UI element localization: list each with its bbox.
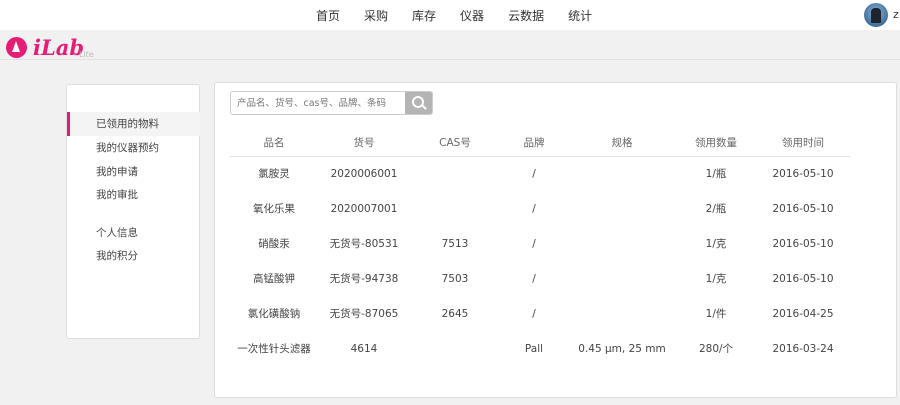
top-bar: 首页 采购 库存 仪器 云数据 统计 z	[0, 0, 900, 30]
cell-brand: /	[532, 272, 536, 285]
cell-quantity: 1/瓶	[705, 168, 727, 181]
search-box	[230, 91, 433, 115]
sidebar: 已领用的物料 我的仪器预约 我的申请 我的审批 个人信息 我的积分	[66, 84, 200, 339]
sidebar-item-instrument-booking[interactable]: 我的仪器预约	[67, 136, 200, 160]
cell-item-number: 2020006001	[330, 167, 398, 180]
cell-product-name: 氯胺灵	[258, 168, 290, 181]
table-row[interactable]: 氯化磺酸钠 无货号-87065 2645 / 1/件 2016-04-25	[230, 296, 850, 331]
cell-product-name: 一次性针头滤器	[237, 343, 311, 355]
cell-spec	[568, 261, 676, 296]
cell-brand: /	[532, 167, 536, 180]
cell-brand: /	[532, 307, 536, 320]
cell-cas: 2645	[441, 307, 469, 320]
cell-product-name: 氯化磺酸钠	[247, 308, 301, 320]
search-icon[interactable]	[405, 92, 432, 114]
logo-text[interactable]: iLab	[33, 35, 84, 60]
nav-home[interactable]: 首页	[316, 7, 340, 24]
sidebar-item-personal-info[interactable]: 个人信息	[67, 221, 200, 245]
nav-statistics[interactable]: 统计	[568, 7, 592, 24]
table-header-row: 品名 货号 CAS号 品牌 规格 领用数量 领用时间	[230, 129, 850, 157]
cell-spec	[568, 191, 676, 226]
cell-quantity: 1/件	[705, 308, 727, 320]
cell-quantity: 2/瓶	[705, 203, 727, 215]
cell-brand: Pall	[524, 342, 544, 355]
cell-product-name: 高锰酸钾	[253, 273, 295, 285]
cell-date: 2016-05-10	[772, 202, 834, 215]
cell-date: 2016-04-25	[772, 307, 834, 320]
username[interactable]: z	[893, 8, 899, 21]
cell-spec	[568, 226, 676, 261]
main-panel: 品名 货号 CAS号 品牌 规格 领用数量 领用时间 氯胺灵 202000600…	[214, 82, 897, 398]
header-spec: 规格	[568, 129, 676, 157]
sidebar-item-my-points[interactable]: 我的积分	[67, 244, 200, 268]
cell-product-name: 氧化乐果	[253, 203, 295, 215]
cell-item-number: 无货号-87065	[329, 308, 399, 320]
cell-spec	[568, 156, 676, 191]
cell-date: 2016-03-24	[772, 342, 834, 355]
header-item-number: 货号	[318, 129, 410, 157]
header-quantity: 领用数量	[676, 129, 756, 157]
header-product-name: 品名	[230, 129, 318, 157]
cell-spec: 0.45 μm, 25 mm	[578, 342, 666, 355]
header-brand: 品牌	[500, 129, 568, 157]
table-row[interactable]: 一次性针头滤器 4614 Pall 0.45 μm, 25 mm 280/个 2…	[230, 331, 850, 366]
table-row[interactable]: 高锰酸钾 无货号-94738 7503 / 1/克 2016-05-10	[230, 261, 850, 296]
cell-quantity: 280/个	[698, 343, 734, 355]
logo-bar: iLab Lite	[0, 30, 900, 60]
nav-inventory[interactable]: 库存	[412, 7, 436, 24]
cell-spec	[568, 296, 676, 331]
table-row[interactable]: 氯胺灵 2020006001 / 1/瓶 2016-05-10	[230, 156, 850, 191]
search-input[interactable]	[231, 92, 405, 114]
cell-date: 2016-05-10	[772, 237, 834, 250]
header-date: 领用时间	[756, 129, 850, 157]
main-nav: 首页 采购 库存 仪器 云数据 统计	[316, 7, 616, 24]
header-cas: CAS号	[410, 129, 500, 157]
nav-cloud-data[interactable]: 云数据	[508, 7, 544, 24]
logo-subtitle: Lite	[79, 50, 94, 59]
table-row[interactable]: 硝酸汞 无货号-80531 7513 / 1/克 2016-05-10	[230, 226, 850, 261]
cell-cas: 7513	[441, 237, 469, 250]
table-row[interactable]: 氧化乐果 2020007001 / 2/瓶 2016-05-10	[230, 191, 850, 226]
nav-purchase[interactable]: 采购	[364, 7, 388, 24]
cell-item-number: 4614	[350, 342, 378, 355]
cell-item-number: 无货号-80531	[329, 238, 399, 250]
avatar[interactable]	[864, 3, 888, 27]
materials-table: 品名 货号 CAS号 品牌 规格 领用数量 领用时间 氯胺灵 202000600…	[230, 129, 850, 366]
cell-item-number: 2020007001	[330, 202, 398, 215]
cell-quantity: 1/克	[705, 238, 727, 250]
cell-quantity: 1/克	[705, 273, 727, 285]
cell-product-name: 硝酸汞	[258, 238, 290, 250]
ilab-logo-icon[interactable]	[6, 37, 27, 58]
cell-cas	[410, 156, 500, 191]
cell-cas: 7503	[441, 272, 469, 285]
cell-date: 2016-05-10	[772, 272, 834, 285]
cell-brand: /	[532, 237, 536, 250]
cell-item-number: 无货号-94738	[329, 273, 399, 285]
cell-brand: /	[532, 202, 536, 215]
sidebar-item-my-approvals[interactable]: 我的审批	[67, 183, 200, 207]
cell-date: 2016-05-10	[772, 167, 834, 180]
nav-instruments[interactable]: 仪器	[460, 7, 484, 24]
sidebar-item-received-materials[interactable]: 已领用的物料	[67, 112, 200, 136]
sidebar-item-my-requests[interactable]: 我的申请	[67, 160, 200, 184]
cell-cas	[410, 191, 500, 226]
cell-cas	[410, 331, 500, 366]
